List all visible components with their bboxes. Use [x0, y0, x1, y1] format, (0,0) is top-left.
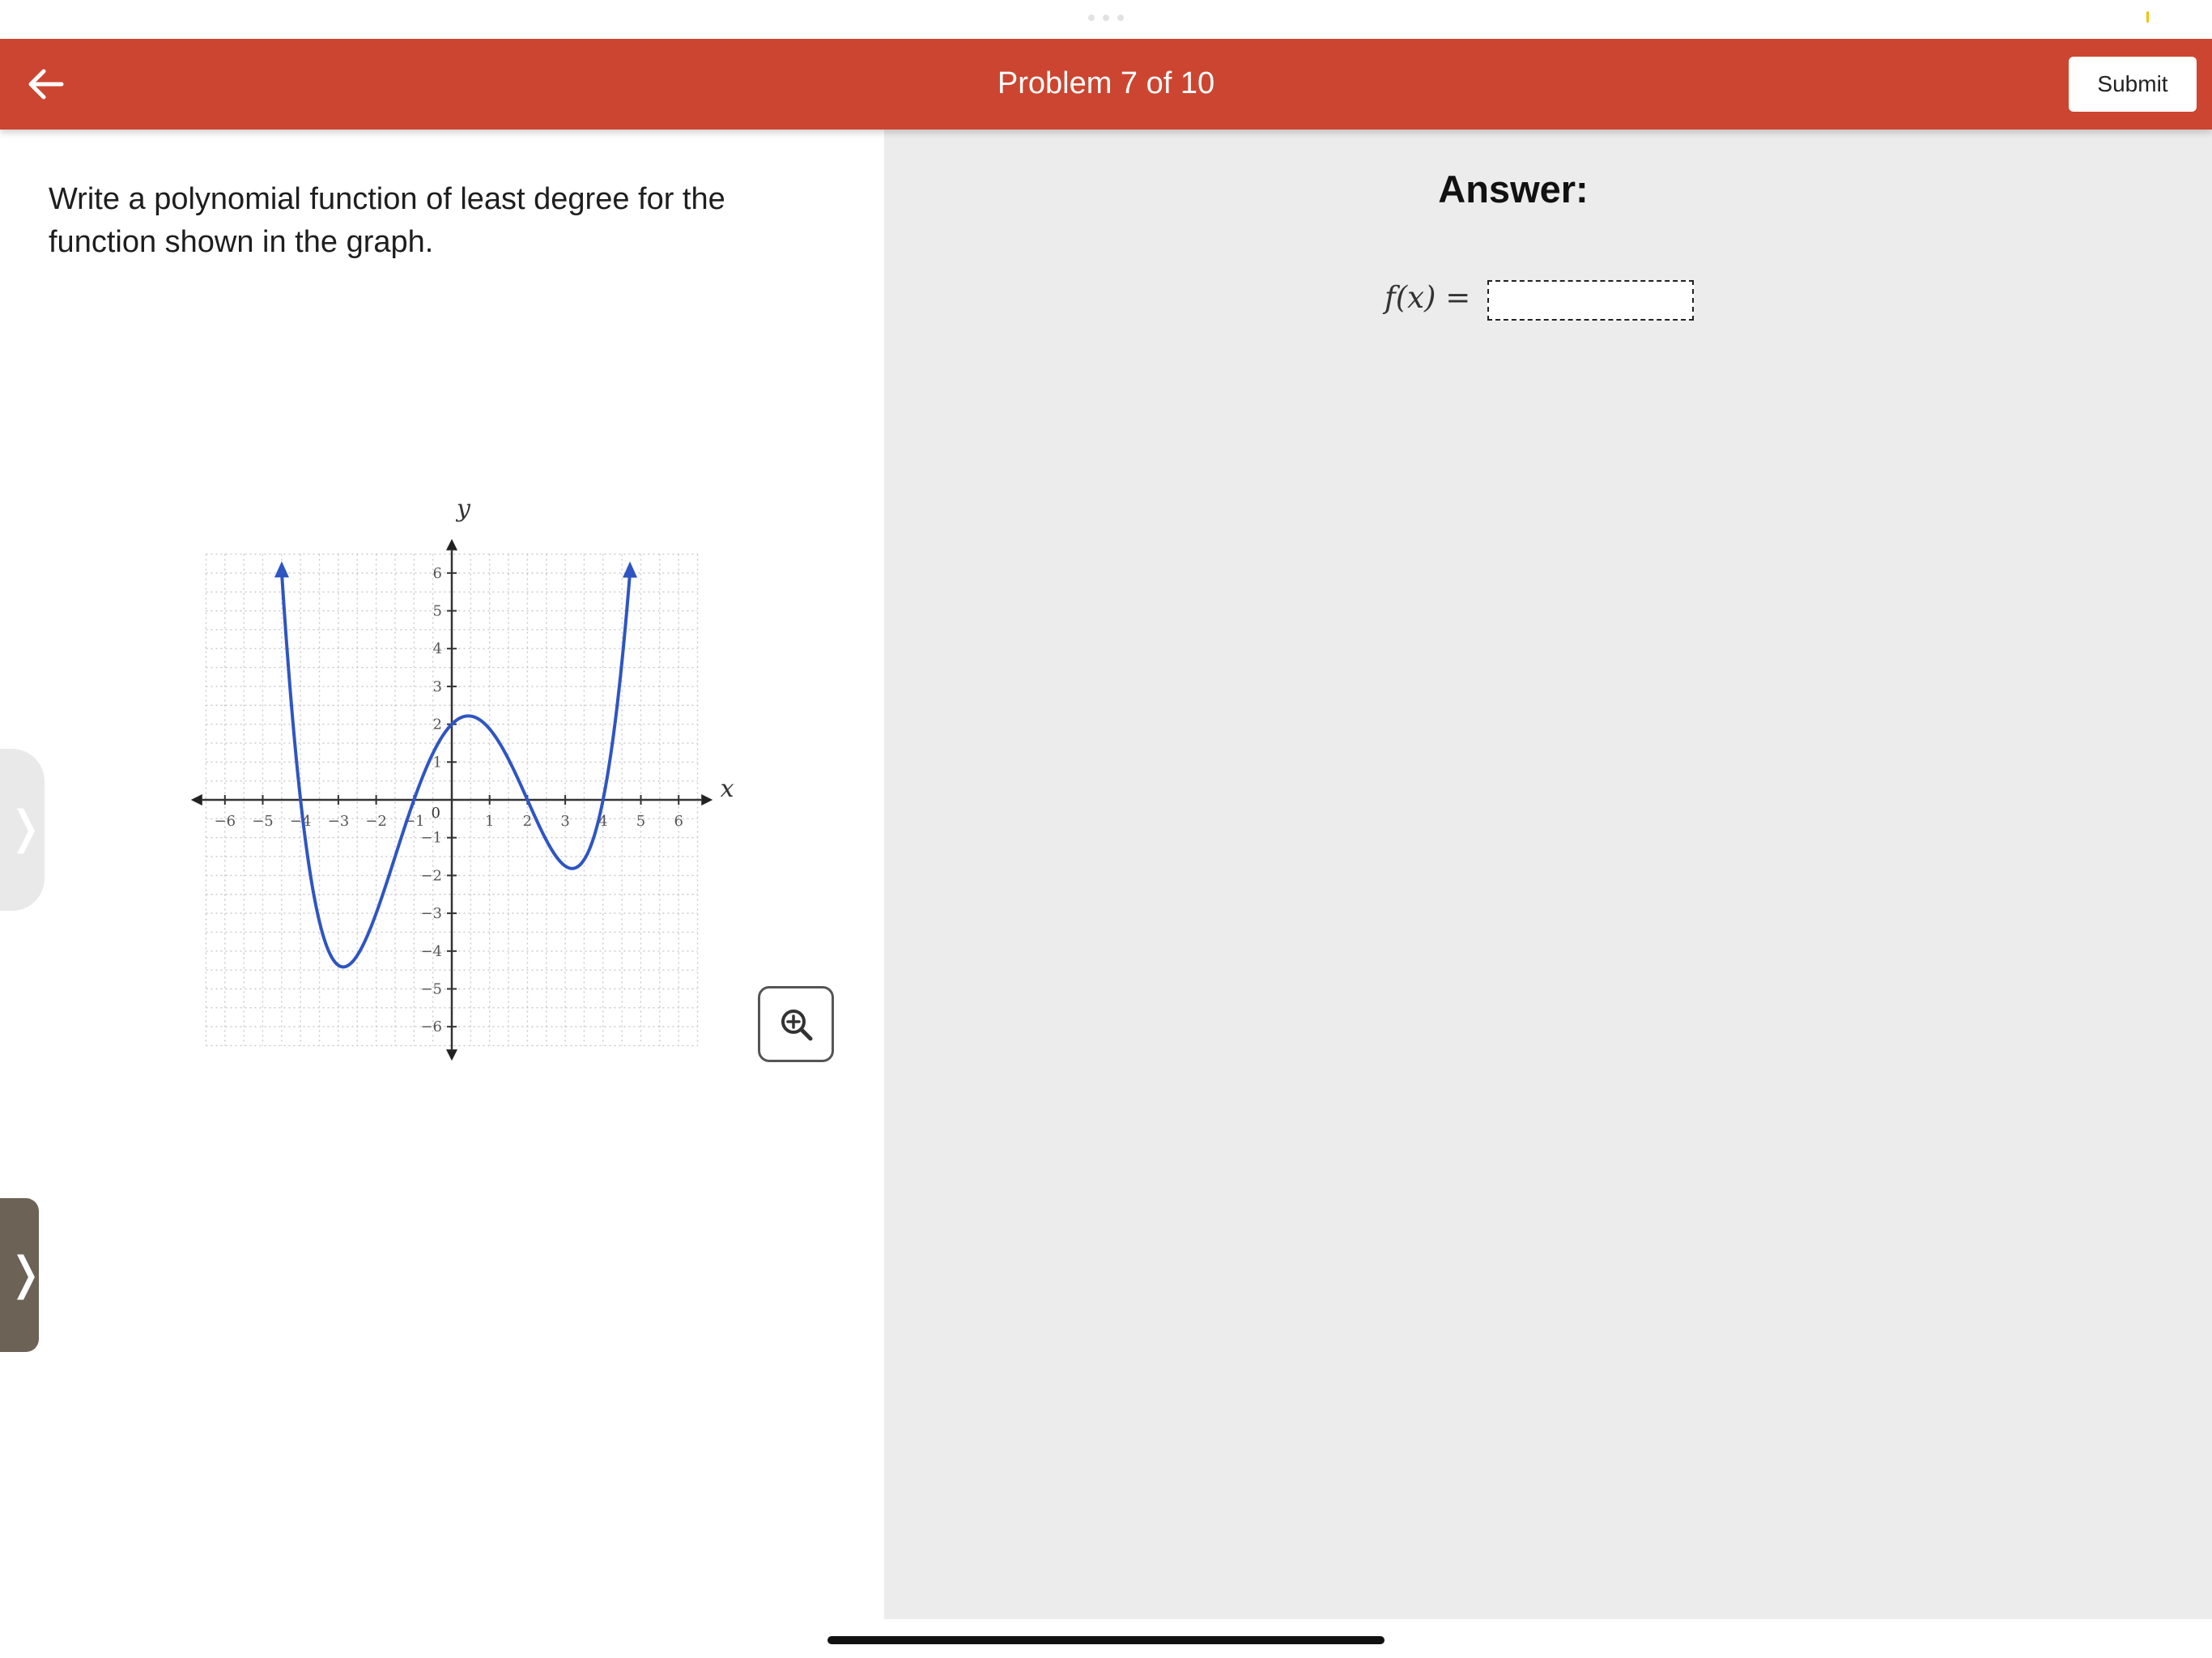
zoom-in-icon	[781, 1010, 813, 1041]
y-axis-arrow-up	[446, 538, 457, 551]
x-tick-label: 5	[636, 813, 645, 830]
question-prompt: Write a polynomial function of least deg…	[49, 182, 725, 259]
x-tick-label: −4	[290, 813, 312, 830]
origin-label: 0	[432, 805, 440, 822]
x-tick-label: 6	[674, 813, 683, 830]
answer-panel: Answer: f(x) =	[884, 130, 2212, 1619]
function-label: f(x) =	[1385, 280, 1471, 315]
y-tick-label: 5	[433, 603, 442, 620]
x-axis-arrow-left	[190, 794, 202, 806]
multitasking-dots[interactable]	[1088, 15, 1124, 21]
submit-button[interactable]: Submit	[2069, 57, 2197, 112]
x-axis-arrow-right	[701, 794, 713, 806]
answer-input[interactable]	[1487, 280, 1694, 321]
header-bar: Problem 7 of 10 Submit	[0, 39, 2212, 130]
status-indicator	[2146, 11, 2149, 23]
y-tick-label: 3	[433, 678, 442, 695]
home-indicator[interactable]	[827, 1636, 1385, 1644]
status-bar	[0, 0, 2212, 39]
arrow-left-icon	[28, 69, 64, 100]
x-tick-label: −3	[328, 813, 350, 830]
y-tick-label: 6	[433, 565, 442, 582]
x-tick-label: −2	[365, 813, 387, 830]
curve-arrow-left	[274, 561, 289, 578]
y-tick-label: 1	[433, 754, 442, 771]
question-panel: Write a polynomial function of least deg…	[0, 130, 884, 1619]
y-axis-arrow-down	[446, 1049, 457, 1061]
chevron-right-icon: ❭	[6, 801, 45, 854]
x-tick-label: 3	[560, 813, 569, 830]
curve-arrow-right	[623, 561, 638, 578]
back-button[interactable]	[16, 60, 74, 108]
y-tick-label: −4	[420, 943, 442, 960]
polynomial-curve	[279, 572, 632, 969]
zoom-button[interactable]	[758, 986, 834, 1062]
edge-panel-handle-upper[interactable]: ❭	[0, 749, 45, 911]
y-tick-label: −2	[420, 867, 442, 884]
y-tick-label: 4	[433, 640, 442, 657]
answer-title: Answer:	[1438, 168, 1589, 210]
y-axis-label: y	[455, 495, 471, 523]
y-tick-label: −3	[420, 905, 442, 922]
x-tick-label: −6	[215, 813, 236, 830]
x-tick-label: 1	[485, 813, 494, 830]
x-tick-label: −5	[252, 813, 274, 830]
edge-panel-handle-lower[interactable]: ❭	[0, 1198, 45, 1352]
y-tick-label: 2	[433, 716, 442, 733]
x-tick-label: 2	[523, 813, 532, 830]
y-tick-label: −6	[420, 1018, 442, 1035]
y-tick-label: −1	[420, 830, 442, 847]
x-axis-label: x	[721, 775, 734, 803]
graph-axes	[190, 538, 713, 1061]
problem-counter: Problem 7 of 10	[997, 66, 1215, 100]
polynomial-graph: −6 −5 −4 −3 −2 −1 1 2 3 4 5 6654321−1−2−3−4−5−60 x …	[190, 495, 734, 1061]
chevron-right-icon: ❭	[6, 1248, 45, 1300]
y-tick-label: −5	[420, 981, 442, 998]
